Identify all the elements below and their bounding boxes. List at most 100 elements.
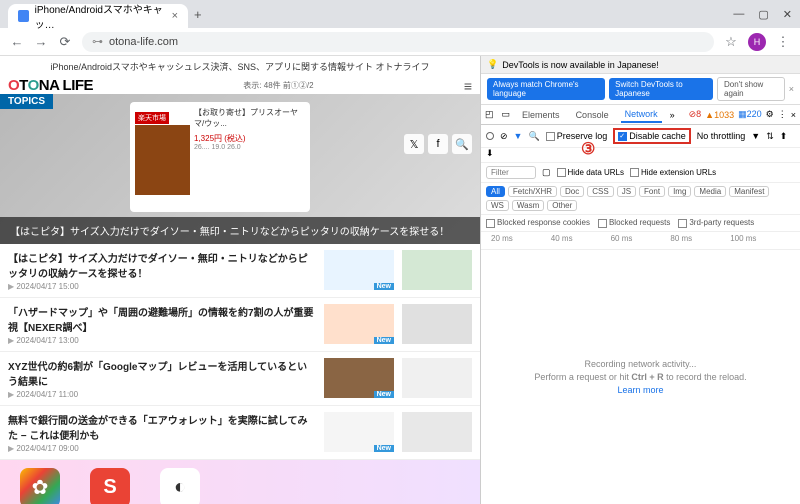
article-date: 2024/04/17 13:00: [8, 336, 316, 345]
reload-button[interactable]: ⟳: [58, 35, 72, 49]
chip-img[interactable]: Img: [668, 186, 691, 197]
hero-carousel[interactable]: TOPICS 楽天市場 【お取り寄せ】プリスオーヤマ/ウッ... 1,325円 …: [0, 94, 480, 244]
devtools-panel: 💡 DevTools is now available in Japanese!…: [480, 56, 800, 504]
export-har-icon[interactable]: ⬇: [486, 148, 494, 159]
timeline-tick: 20 ms: [491, 234, 551, 247]
device-toggle-icon[interactable]: ▭: [502, 109, 511, 120]
preserve-log-checkbox[interactable]: Preserve log: [546, 131, 608, 141]
tab-network[interactable]: Network: [621, 107, 662, 123]
profile-avatar[interactable]: H: [748, 33, 766, 51]
forward-button[interactable]: →: [34, 35, 48, 49]
article-thumbnail-alt: [402, 358, 472, 398]
site-info-icon[interactable]: ⊶: [92, 35, 103, 48]
chip-media[interactable]: Media: [694, 186, 726, 197]
throttling-chevron-icon[interactable]: ▼: [751, 131, 760, 141]
back-button[interactable]: ←: [10, 35, 24, 49]
maximize-icon[interactable]: ▢: [758, 8, 768, 21]
bookmark-icon[interactable]: ☆: [724, 35, 738, 49]
tab-console[interactable]: Console: [572, 108, 613, 122]
invert-icon[interactable]: ▢: [542, 167, 551, 178]
chip-all[interactable]: All: [486, 186, 505, 197]
inspect-icon[interactable]: ◰: [485, 109, 494, 120]
address-input[interactable]: ⊶ otona-life.com: [82, 32, 714, 52]
network-empty-state: Recording network activity... Perform a …: [481, 250, 800, 504]
import-har-icon[interactable]: ⬆: [780, 131, 788, 142]
devtools-menu-icon[interactable]: ⋮: [778, 109, 787, 120]
chip-font[interactable]: Font: [639, 186, 665, 197]
photos-app-icon[interactable]: ✿: [20, 468, 60, 504]
article-row[interactable]: 【はこピタ】サイズ入力だけでダイソー・無印・ニトリなどからピッタリの収納ケースを…: [0, 244, 480, 298]
chrome-menu-icon[interactable]: ⋮: [776, 35, 790, 49]
chip-ws[interactable]: WS: [486, 200, 509, 211]
app-dock: ✿ S ◐: [0, 460, 480, 504]
browser-tab[interactable]: iPhone/Androidスマホやキャッ… ×: [8, 4, 188, 28]
article-date: 2024/04/17 11:00: [8, 390, 316, 399]
chip-doc[interactable]: Doc: [560, 186, 584, 197]
site-logo[interactable]: OTONA LIFE: [8, 77, 93, 94]
article-thumbnail-alt: [402, 304, 472, 344]
switch-language-button[interactable]: Switch DevTools to Japanese: [609, 78, 713, 100]
settings-gear-icon[interactable]: ⚙: [766, 109, 774, 120]
url-bar: ← → ⟳ ⊶ otona-life.com ☆ H ⋮: [0, 28, 800, 56]
article-date: 2024/04/17 15:00: [8, 282, 316, 291]
close-infobar-icon[interactable]: ×: [789, 84, 794, 94]
filter-icon[interactable]: ▼: [514, 131, 523, 141]
disable-cache-highlight: Disable cache: [613, 128, 691, 144]
learn-more-link[interactable]: Learn more: [617, 385, 663, 395]
filter-row: ▢ Hide data URLs Hide extension URLs: [481, 163, 800, 183]
display-count: 表示: 48件 前①②/2: [243, 80, 313, 91]
facebook-icon[interactable]: f: [428, 134, 448, 154]
blocked-response-checkbox[interactable]: Blocked response cookies: [486, 218, 590, 227]
search-network-icon[interactable]: 🔍: [528, 131, 539, 142]
record-button[interactable]: [486, 132, 494, 140]
hide-extension-urls-checkbox[interactable]: Hide extension URLs: [630, 168, 716, 177]
chip-fetch[interactable]: Fetch/XHR: [508, 186, 557, 197]
disable-cache-checkbox[interactable]: Disable cache: [618, 131, 686, 141]
third-party-checkbox[interactable]: 3rd-party requests: [678, 218, 754, 227]
search-icon[interactable]: 🔍: [452, 134, 472, 154]
close-tab-icon[interactable]: ×: [172, 10, 178, 22]
product-price: 1,325円 (税込): [194, 133, 305, 144]
article-thumbnail-alt: [402, 412, 472, 452]
info-count[interactable]: ▦220: [738, 109, 762, 120]
chip-manifest[interactable]: Manifest: [729, 186, 769, 197]
filter-input[interactable]: [486, 166, 536, 179]
close-window-icon[interactable]: ✕: [783, 8, 792, 21]
product-card[interactable]: 楽天市場 【お取り寄せ】プリスオーヤマ/ウッ... 1,325円 (税込) 26…: [130, 102, 310, 212]
hide-data-urls-checkbox[interactable]: Hide data URLs: [557, 168, 624, 177]
twitter-icon[interactable]: 𝕏: [404, 134, 424, 154]
warning-count[interactable]: ▲1033: [705, 110, 734, 120]
new-badge: New: [374, 283, 394, 290]
network-conditions-icon[interactable]: ⇅: [766, 131, 774, 142]
hamburger-menu-icon[interactable]: ≡: [464, 78, 472, 94]
tab-elements[interactable]: Elements: [518, 108, 564, 122]
article-row[interactable]: 無料で銀行間の送金ができる「エアウォレット」を実際に試してみた − これは便利か…: [0, 406, 480, 460]
article-thumbnail: New: [324, 412, 394, 452]
article-date: 2024/04/17 09:00: [8, 444, 316, 453]
minimize-icon[interactable]: —: [733, 8, 744, 21]
app-icon-s[interactable]: S: [90, 468, 130, 504]
article-title: 【はこピタ】サイズ入力だけでダイソー・無印・ニトリなどからピッタリの収納ケースを…: [8, 250, 316, 280]
app-icon[interactable]: ◐: [160, 468, 200, 504]
always-match-button[interactable]: Always match Chrome's language: [487, 78, 605, 100]
article-row[interactable]: 「ハザードマップ」や「周囲の避難場所」の情報を約7割の人が重要視【NEXER調べ…: [0, 298, 480, 352]
close-devtools-icon[interactable]: ×: [791, 110, 796, 120]
article-row[interactable]: XYZ世代の約6割が「Googleマップ」レビューを活用しているという結果に 2…: [0, 352, 480, 406]
chip-js[interactable]: JS: [617, 186, 636, 197]
network-timeline[interactable]: 20 ms 40 ms 60 ms 80 ms 100 ms: [481, 232, 800, 250]
timeline-tick: 40 ms: [551, 234, 611, 247]
chip-css[interactable]: CSS: [587, 186, 613, 197]
devtools-info-bar: 💡 DevTools is now available in Japanese!: [481, 56, 800, 74]
hero-title[interactable]: 【はこピタ】サイズ入力だけでダイソー・無印・ニトリなどからピッタリの収納ケースを…: [0, 217, 480, 244]
devtools-lang-bar: Always match Chrome's language Switch De…: [481, 74, 800, 105]
chip-wasm[interactable]: Wasm: [512, 200, 544, 211]
new-tab-button[interactable]: +: [194, 7, 202, 22]
tab-favicon: [18, 10, 29, 22]
blocked-requests-checkbox[interactable]: Blocked requests: [598, 218, 670, 227]
error-count[interactable]: ⊘8: [689, 109, 702, 120]
more-tabs-icon[interactable]: »: [670, 110, 675, 120]
dont-show-button[interactable]: Don't show again: [717, 77, 785, 101]
chip-other[interactable]: Other: [547, 200, 577, 211]
clear-button[interactable]: ⊘: [500, 131, 508, 142]
throttling-select[interactable]: No throttling: [697, 131, 746, 141]
